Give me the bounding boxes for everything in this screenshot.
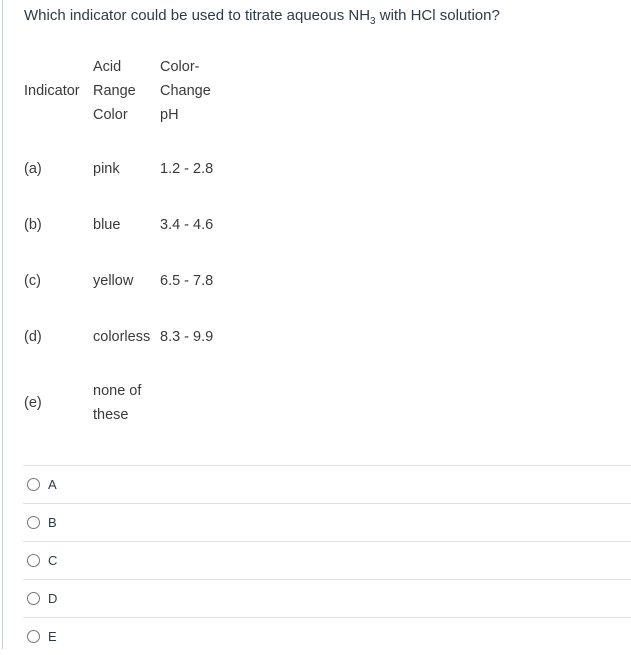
radio-button[interactable] bbox=[27, 478, 40, 491]
option-label: C bbox=[48, 553, 58, 568]
row-label: (b) bbox=[24, 217, 42, 233]
header-acid: Acid bbox=[93, 59, 122, 75]
header-color: Color- bbox=[160, 59, 200, 75]
row-label: (a) bbox=[24, 161, 42, 177]
question-text: Which indicator could be used to titrate… bbox=[24, 7, 500, 27]
radio-button[interactable] bbox=[27, 592, 40, 605]
row-color: yellow bbox=[93, 273, 134, 289]
answer-options: A B C D E bbox=[23, 465, 631, 655]
row-color-line2: these bbox=[93, 407, 129, 423]
option-label: A bbox=[48, 477, 57, 492]
option-label: B bbox=[48, 515, 57, 530]
header-indicator: Indicator bbox=[24, 83, 80, 99]
radio-button[interactable] bbox=[27, 554, 40, 567]
option-e[interactable]: E bbox=[23, 617, 631, 655]
row-label: (c) bbox=[24, 273, 41, 289]
option-label: D bbox=[48, 591, 58, 606]
radio-button[interactable] bbox=[27, 630, 40, 643]
row-ph: 6.5 - 7.8 bbox=[160, 273, 214, 289]
row-ph: 3.4 - 4.6 bbox=[160, 217, 214, 233]
option-c[interactable]: C bbox=[23, 541, 631, 579]
left-border bbox=[2, 0, 3, 649]
question-suffix: with HCl solution? bbox=[375, 7, 500, 24]
row-color: pink bbox=[93, 161, 120, 177]
row-ph: 8.3 - 9.9 bbox=[160, 329, 214, 345]
row-color: colorless bbox=[93, 329, 151, 345]
option-a[interactable]: A bbox=[23, 465, 631, 503]
option-label: E bbox=[48, 629, 57, 644]
row-ph: 1.2 - 2.8 bbox=[160, 161, 214, 177]
row-color-line1: none of bbox=[93, 383, 142, 399]
header-color-word: Color bbox=[93, 107, 128, 123]
header-change: Change bbox=[160, 83, 211, 99]
row-label: (d) bbox=[24, 329, 42, 345]
header-ph: pH bbox=[160, 107, 179, 123]
option-b[interactable]: B bbox=[23, 503, 631, 541]
header-range: Range bbox=[93, 83, 136, 99]
option-d[interactable]: D bbox=[23, 579, 631, 617]
row-label: (e) bbox=[24, 395, 42, 411]
radio-button[interactable] bbox=[27, 516, 40, 529]
question-prefix: Which indicator could be used to titrate… bbox=[24, 7, 371, 24]
row-color: blue bbox=[93, 217, 121, 233]
